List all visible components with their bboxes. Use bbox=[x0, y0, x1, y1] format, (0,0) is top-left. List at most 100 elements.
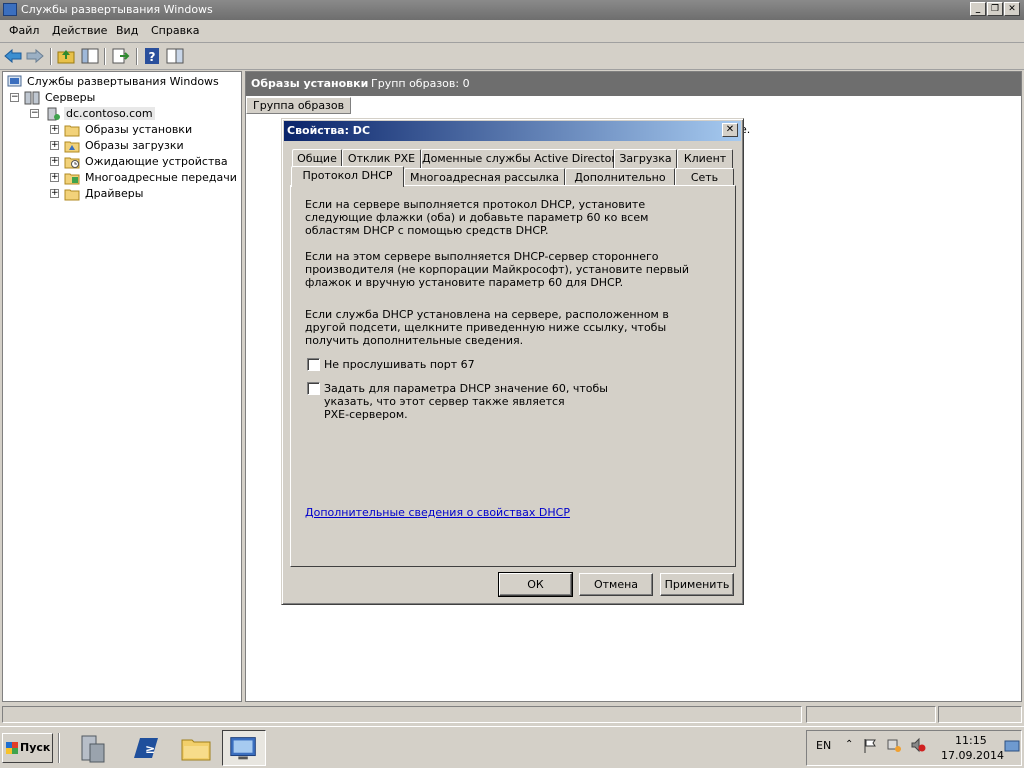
dhcp-info-paragraph-1: Если на сервере выполняется протокол DHC… bbox=[305, 198, 649, 237]
tree-label: Службы развертывания Windows bbox=[27, 75, 219, 88]
tree-item-pending-devices[interactable]: + Ожидающие устройства bbox=[5, 154, 241, 170]
forward-arrow-icon[interactable] bbox=[25, 47, 45, 65]
help-icon[interactable]: ? bbox=[142, 47, 162, 65]
svg-text:?: ? bbox=[149, 50, 156, 64]
tree-item-install-images[interactable]: + Образы установки bbox=[5, 122, 241, 138]
expand-toggle[interactable]: + bbox=[50, 141, 59, 150]
server-icon bbox=[47, 107, 60, 121]
console-tree: Службы развертывания Windows − Серверы −… bbox=[2, 71, 242, 702]
up-folder-icon[interactable] bbox=[56, 47, 76, 65]
toolbar-separator bbox=[50, 48, 52, 65]
properties-dialog: Свойства: DC ✕ Общие Отклик PXE Доменные… bbox=[281, 118, 744, 605]
windows-logo-icon bbox=[6, 742, 18, 754]
tree-label: Ожидающие устройства bbox=[85, 155, 228, 168]
wds-taskbar-icon[interactable] bbox=[222, 730, 266, 766]
collapse-toggle[interactable]: − bbox=[10, 93, 19, 102]
minimize-button[interactable]: _ bbox=[970, 2, 986, 16]
dialog-close-button[interactable]: ✕ bbox=[722, 123, 738, 137]
tree-item-boot-images[interactable]: + Образы загрузки bbox=[5, 138, 241, 154]
toolbar-separator bbox=[136, 48, 138, 65]
pending-devices-icon bbox=[64, 157, 80, 169]
svg-text:≥: ≥ bbox=[145, 742, 155, 756]
tree-item-servers[interactable]: − Серверы bbox=[5, 90, 241, 106]
tree-label: Образы установки bbox=[85, 123, 193, 136]
dhcp-more-info-link[interactable]: Дополнительные сведения о свойствах DHCP bbox=[305, 506, 570, 519]
status-panel-2 bbox=[806, 706, 936, 723]
folder-icon bbox=[64, 125, 80, 137]
toolbar: ? bbox=[0, 43, 1024, 70]
results-title: Образы установки bbox=[251, 77, 369, 90]
close-button[interactable]: ✕ bbox=[1004, 2, 1020, 16]
action-center-flag-icon[interactable] bbox=[863, 738, 877, 754]
menu-view[interactable]: Вид bbox=[116, 24, 138, 37]
clock-date[interactable]: 17.09.2014 bbox=[941, 749, 1004, 762]
wds-root-icon bbox=[7, 75, 22, 87]
network-icon[interactable] bbox=[886, 737, 902, 753]
dont-listen-port67-label: Не прослушивать порт 67 bbox=[324, 358, 475, 371]
dialog-title: Свойства: DC bbox=[287, 124, 371, 137]
expand-toggle[interactable]: + bbox=[50, 173, 59, 182]
volume-muted-icon[interactable] bbox=[910, 737, 926, 753]
chevron-up-icon[interactable]: ⌃ bbox=[845, 739, 853, 750]
boot-folder-icon bbox=[64, 141, 80, 153]
tab-client[interactable]: Клиент bbox=[677, 149, 733, 168]
drivers-folder-icon bbox=[64, 189, 80, 201]
dhcp-option60-label-line1: Задать для параметра DHCP значение 60, ч… bbox=[324, 382, 608, 395]
language-indicator[interactable]: EN bbox=[816, 739, 831, 752]
menu-bar: Файл Действие Вид Справка bbox=[0, 20, 1024, 43]
expand-toggle[interactable]: + bbox=[50, 125, 59, 134]
dont-listen-port67-checkbox[interactable] bbox=[307, 358, 320, 371]
start-label: Пуск bbox=[20, 741, 51, 754]
servers-icon bbox=[24, 91, 40, 105]
menu-file[interactable]: Файл bbox=[9, 24, 39, 37]
results-count: Групп образов: 0 bbox=[371, 77, 470, 90]
window-title-bar[interactable]: Службы развертывания Windows _ ❐ ✕ bbox=[0, 0, 1024, 20]
properties-pane-icon[interactable] bbox=[165, 47, 185, 65]
dhcp-info-paragraph-2: Если на этом сервере выполняется DHCP-се… bbox=[305, 250, 690, 289]
menu-help[interactable]: Справка bbox=[151, 24, 199, 37]
powershell-icon[interactable]: ≥ bbox=[124, 730, 168, 766]
results-header: Образы установки Групп образов: 0 bbox=[246, 72, 1021, 96]
tree-item-drivers[interactable]: + Драйверы bbox=[5, 186, 241, 202]
taskbar: Пуск ≥ EN ⌃ 11:15 17.09.2014 bbox=[0, 726, 1024, 768]
start-button[interactable]: Пуск bbox=[2, 733, 53, 763]
dhcp-option60-label-line2: указать, что этот сервер также является bbox=[324, 395, 565, 408]
clock-time[interactable]: 11:15 bbox=[955, 734, 987, 747]
dhcp-option60-checkbox[interactable] bbox=[307, 382, 320, 395]
multicast-icon bbox=[64, 173, 80, 185]
tab-dhcp[interactable]: Протокол DHCP bbox=[291, 166, 404, 187]
tree-label: Многоадресные передачи bbox=[85, 171, 237, 184]
expand-toggle[interactable]: + bbox=[50, 157, 59, 166]
restore-button[interactable]: ❐ bbox=[987, 2, 1003, 16]
dhcp-info-paragraph-3: Если служба DHCP установлена на сервере,… bbox=[305, 308, 669, 347]
ok-button[interactable]: ОК bbox=[498, 572, 573, 597]
tree-label-selected: dc.contoso.com bbox=[64, 107, 155, 120]
dialog-title-bar[interactable]: Свойства: DC ✕ bbox=[284, 121, 741, 141]
back-arrow-icon[interactable] bbox=[3, 47, 23, 65]
tree-label: Драйверы bbox=[85, 187, 144, 200]
status-panel-main bbox=[2, 706, 802, 723]
tree-item-root[interactable]: Службы развертывания Windows bbox=[5, 74, 241, 90]
show-desktop-icon[interactable] bbox=[1004, 740, 1020, 753]
dhcp-option60-label-line3: PXE-сервером. bbox=[324, 408, 408, 421]
server-manager-icon[interactable] bbox=[70, 730, 114, 766]
expand-toggle[interactable]: + bbox=[50, 189, 59, 198]
column-header-image-group[interactable]: Группа образов bbox=[246, 97, 351, 114]
tree-label: Образы загрузки bbox=[85, 139, 184, 152]
collapse-toggle[interactable]: − bbox=[30, 109, 39, 118]
menu-action[interactable]: Действие bbox=[52, 24, 107, 37]
explorer-icon[interactable] bbox=[174, 730, 218, 766]
cancel-button[interactable]: Отмена bbox=[579, 573, 653, 596]
apply-button[interactable]: Применить bbox=[660, 573, 734, 596]
tab-boot[interactable]: Загрузка bbox=[614, 149, 677, 168]
tree-label: Серверы bbox=[45, 91, 96, 104]
status-panel-3 bbox=[938, 706, 1022, 723]
export-list-icon[interactable] bbox=[110, 47, 130, 65]
status-bar bbox=[0, 704, 1024, 724]
tab-ad-ds[interactable]: Доменные службы Active Directory bbox=[421, 149, 622, 168]
wds-app-icon bbox=[3, 3, 17, 16]
show-hide-tree-icon[interactable] bbox=[80, 47, 100, 65]
toolbar-separator bbox=[104, 48, 106, 65]
tree-item-multicast[interactable]: + Многоадресные передачи bbox=[5, 170, 241, 186]
tree-item-server[interactable]: − dc.contoso.com bbox=[5, 106, 241, 122]
